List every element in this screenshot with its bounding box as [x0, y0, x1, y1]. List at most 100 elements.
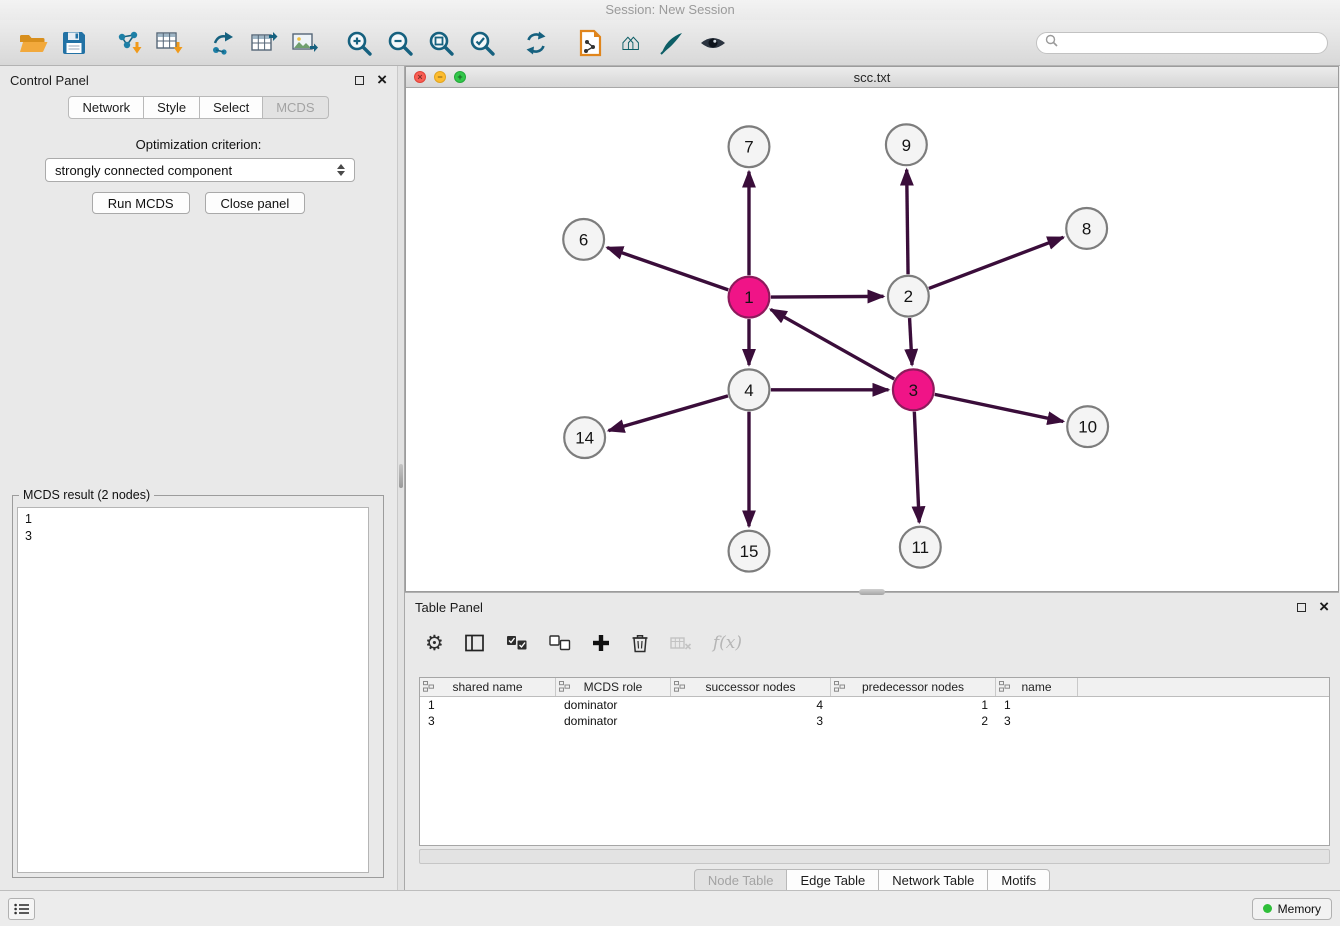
- float-table-panel-icon[interactable]: [1297, 603, 1306, 612]
- table-cell: dominator: [556, 697, 671, 713]
- graph-edge-4-14[interactable]: [609, 396, 728, 431]
- graph-edge-3-11[interactable]: [914, 412, 919, 523]
- close-window-icon[interactable]: ×: [414, 71, 426, 83]
- mcds-result-box: MCDS result (2 nodes) 13: [12, 495, 384, 878]
- export-image-icon[interactable]: [284, 23, 325, 63]
- tab-edge-table[interactable]: Edge Table: [787, 869, 879, 892]
- table-cell: 3: [996, 713, 1078, 729]
- tab-style[interactable]: Style: [144, 96, 200, 119]
- graph-node-6[interactable]: 6: [563, 219, 604, 260]
- tab-mcds[interactable]: MCDS: [263, 96, 328, 119]
- search-input[interactable]: [1063, 36, 1319, 50]
- tab-select[interactable]: Select: [200, 96, 263, 119]
- graph-node-10[interactable]: 10: [1067, 406, 1108, 447]
- graph-edge-3-1[interactable]: [771, 309, 895, 379]
- show-panels-list-icon[interactable]: [8, 898, 35, 920]
- svg-text:3: 3: [909, 381, 918, 400]
- import-network-file-icon[interactable]: [107, 23, 148, 63]
- close-panel-icon[interactable]: ×: [377, 73, 387, 87]
- graph-node-4[interactable]: 4: [729, 369, 770, 410]
- optimization-criterion-select[interactable]: strongly connected component: [45, 158, 355, 182]
- horizontal-splitter-grip-icon[interactable]: [859, 589, 885, 595]
- mcds-result-title: MCDS result (2 nodes): [19, 488, 154, 502]
- control-panel-tabs: NetworkStyleSelectMCDS: [0, 96, 397, 119]
- memory-button[interactable]: Memory: [1252, 898, 1332, 920]
- table-panel: Table Panel × ⚙ f(x) shared nameMCDS rol…: [405, 592, 1339, 890]
- open-session-icon[interactable]: [12, 23, 53, 63]
- column-sort-icon: [423, 681, 434, 692]
- graph-node-8[interactable]: 8: [1066, 208, 1107, 249]
- table-cell: dominator: [556, 713, 671, 729]
- gear-icon[interactable]: ⚙: [425, 630, 444, 656]
- main-toolbar: ⌂⌂: [0, 20, 1340, 66]
- deselect-all-icon[interactable]: [549, 630, 571, 656]
- close-panel-button[interactable]: Close panel: [205, 192, 306, 214]
- refresh-view-icon[interactable]: [515, 23, 556, 63]
- graph-edge-2-8[interactable]: [929, 237, 1063, 288]
- svg-text:15: 15: [740, 542, 759, 561]
- export-network-icon[interactable]: [202, 23, 243, 63]
- show-columns-icon[interactable]: [465, 630, 485, 656]
- home-layout-icon[interactable]: ⌂⌂: [610, 23, 651, 63]
- graph-node-14[interactable]: 14: [564, 417, 605, 458]
- graph-node-3[interactable]: 3: [893, 369, 934, 410]
- graph-node-7[interactable]: 7: [729, 126, 770, 167]
- zoom-window-icon[interactable]: +: [454, 71, 466, 83]
- tab-network[interactable]: Network: [68, 96, 144, 119]
- graph-edge-2-9[interactable]: [907, 170, 908, 275]
- column-header-shared-name[interactable]: shared name: [420, 678, 556, 696]
- export-table-icon[interactable]: [243, 23, 284, 63]
- zoom-selected-icon[interactable]: [461, 23, 502, 63]
- column-sort-icon: [559, 681, 570, 692]
- table-row[interactable]: 3dominator323: [420, 713, 1329, 729]
- svg-text:4: 4: [744, 381, 753, 400]
- table-horizontal-scrollbar[interactable]: [419, 849, 1330, 864]
- column-header-successor-nodes[interactable]: successor nodes: [671, 678, 831, 696]
- first-neighbors-icon[interactable]: [569, 23, 610, 63]
- memory-button-label: Memory: [1278, 902, 1321, 916]
- splitter-grip-icon[interactable]: [399, 464, 403, 488]
- graph-edge-1-2[interactable]: [771, 296, 884, 297]
- mcds-result-item: 1: [25, 511, 361, 528]
- network-window-titlebar: scc.txt × − +: [406, 67, 1338, 88]
- column-header-predecessor-nodes[interactable]: predecessor nodes: [831, 678, 996, 696]
- select-all-icon[interactable]: [506, 630, 528, 656]
- graph-edge-2-3[interactable]: [910, 318, 912, 365]
- tab-node-table[interactable]: Node Table: [694, 869, 788, 892]
- close-table-panel-icon[interactable]: ×: [1319, 600, 1329, 614]
- graph-edge-3-10[interactable]: [935, 394, 1063, 421]
- minimize-window-icon[interactable]: −: [434, 71, 446, 83]
- graph-edge-1-6[interactable]: [607, 248, 728, 290]
- svg-text:6: 6: [579, 230, 588, 249]
- apply-style-icon[interactable]: [651, 23, 692, 63]
- network-canvas[interactable]: 7 9 6 8 1 2 4 3 14 10 15 11: [406, 88, 1338, 591]
- zoom-out-icon[interactable]: [379, 23, 420, 63]
- zoom-fit-icon[interactable]: [420, 23, 461, 63]
- float-panel-icon[interactable]: [355, 76, 364, 85]
- graph-node-9[interactable]: 9: [886, 124, 927, 165]
- table-row[interactable]: 1dominator411: [420, 697, 1329, 713]
- delete-icon[interactable]: [631, 630, 649, 656]
- add-column-icon[interactable]: [592, 630, 610, 656]
- save-session-icon[interactable]: [53, 23, 94, 63]
- zoom-in-icon[interactable]: [338, 23, 379, 63]
- mcds-result-list[interactable]: 13: [17, 507, 369, 873]
- column-header-name[interactable]: name: [996, 678, 1078, 696]
- graph-node-11[interactable]: 11: [900, 527, 941, 568]
- graph-node-1[interactable]: 1: [729, 277, 770, 318]
- show-details-eye-icon[interactable]: [692, 23, 733, 63]
- graph-node-15[interactable]: 15: [729, 531, 770, 572]
- import-table-file-icon[interactable]: [148, 23, 189, 63]
- column-header-label: shared name: [452, 680, 522, 694]
- table-panel-tabs: Node TableEdge TableNetwork TableMotifs: [405, 869, 1339, 892]
- table-cell: 4: [671, 697, 831, 713]
- graph-node-2[interactable]: 2: [888, 276, 929, 317]
- column-header-MCDS-role[interactable]: MCDS role: [556, 678, 671, 696]
- vertical-splitter[interactable]: [397, 66, 405, 890]
- toolbar-search[interactable]: [1036, 32, 1328, 54]
- tab-motifs[interactable]: Motifs: [988, 869, 1050, 892]
- run-mcds-button[interactable]: Run MCDS: [92, 192, 190, 214]
- column-header-label: MCDS role: [584, 680, 643, 694]
- function-builder-icon: f(x): [713, 630, 742, 656]
- tab-network-table[interactable]: Network Table: [879, 869, 988, 892]
